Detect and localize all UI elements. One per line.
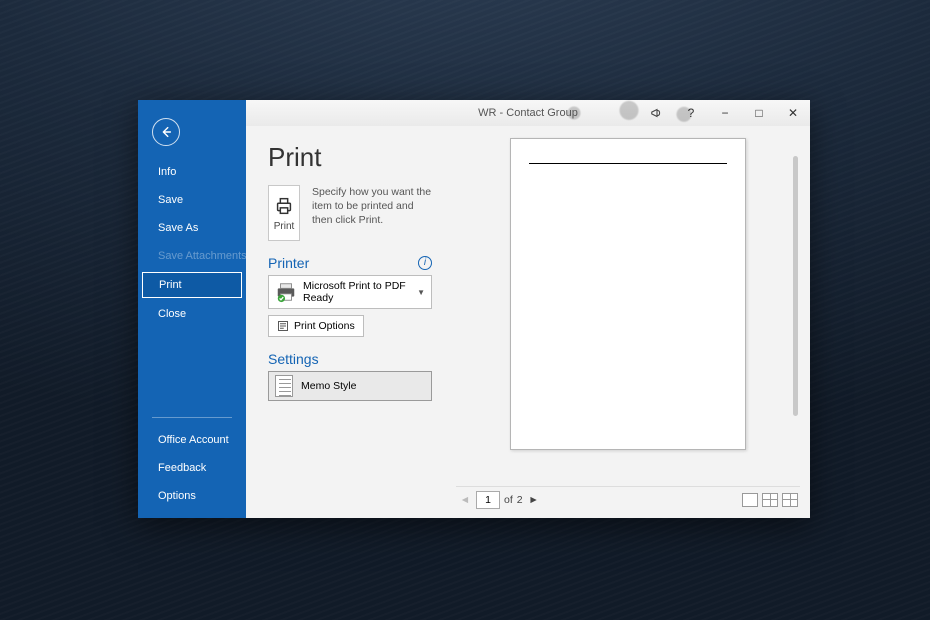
memo-style-icon [275,375,293,397]
prev-page-button: ◄ [458,494,472,506]
printer-name: Microsoft Print to PDF [303,280,406,292]
print-settings-column: Print Print Specify how you want the ite… [246,126,446,518]
print-description: Specify how you want the item to be prin… [312,185,432,241]
settings-section-heading: Settings [268,351,319,367]
next-page-button[interactable]: ► [527,494,541,506]
sidebar-item-feedback[interactable]: Feedback [138,454,246,482]
zoom-multi-page-button[interactable] [782,493,798,507]
print-button[interactable]: Print [268,185,300,241]
arrow-left-icon [159,125,173,139]
main-area: WR - Contact Group ? − □ ✕ Print [246,100,810,518]
backstage-window: Info Save Save As Save Attachments Print… [138,100,810,518]
printer-device-icon [275,281,297,303]
printer-dropdown[interactable]: Microsoft Print to PDF Ready ▼ [268,275,432,309]
maximize-button[interactable]: □ [742,100,776,126]
sidebar-item-save[interactable]: Save [138,186,246,214]
preview-content-line [529,163,727,164]
page-count: 2 [517,494,523,506]
megaphone-button[interactable] [640,100,674,126]
print-options-label: Print Options [294,320,355,332]
preview-scrollbar[interactable] [793,156,798,416]
printer-icon [273,195,295,217]
options-icon [277,320,289,332]
window-title-text: WR - Contact Group [478,107,578,119]
help-button[interactable]: ? [674,100,708,126]
sidebar-item-options[interactable]: Options [138,482,246,510]
preview-footer: ◄ of 2 ► [456,486,800,512]
print-options-button[interactable]: Print Options [268,315,364,337]
sidebar-item-save-as[interactable]: Save As [138,214,246,242]
content-area: Print Print Specify how you want the ite… [246,126,810,518]
zoom-whole-page-button[interactable] [762,493,778,507]
sidebar-item-print[interactable]: Print [142,272,242,298]
sidebar-bottom-group: Office Account Feedback Options [138,409,246,518]
sidebar-separator [152,417,232,418]
megaphone-icon [650,106,664,120]
sidebar-item-office-account[interactable]: Office Account [138,426,246,454]
sidebar-item-info[interactable]: Info [138,158,246,186]
sidebar-item-save-attachments: Save Attachments [138,242,246,270]
page-title: Print [268,142,432,173]
zoom-actual-button[interactable] [742,493,758,507]
backstage-sidebar: Info Save Save As Save Attachments Print… [138,100,246,518]
desktop-wallpaper: Info Save Save As Save Attachments Print… [0,0,930,620]
print-preview-area: ◄ of 2 ► [446,126,810,518]
window-titlebar: WR - Contact Group ? − □ ✕ [246,100,810,126]
print-button-label: Print [274,221,295,232]
page-of-label: of [504,494,513,506]
print-style-dropdown[interactable]: Memo Style [268,371,432,401]
preview-viewport [456,138,800,486]
printer-section-heading: Printer [268,255,309,271]
sidebar-item-close[interactable]: Close [138,300,246,328]
printer-status: Ready [303,292,406,304]
preview-page [510,138,746,450]
minimize-button[interactable]: − [708,100,742,126]
close-button[interactable]: ✕ [776,100,810,126]
printer-info-icon[interactable]: i [418,256,432,270]
back-button[interactable] [152,118,180,146]
print-style-label: Memo Style [301,380,356,392]
chevron-down-icon: ▼ [417,288,425,297]
page-number-input[interactable] [476,491,500,509]
